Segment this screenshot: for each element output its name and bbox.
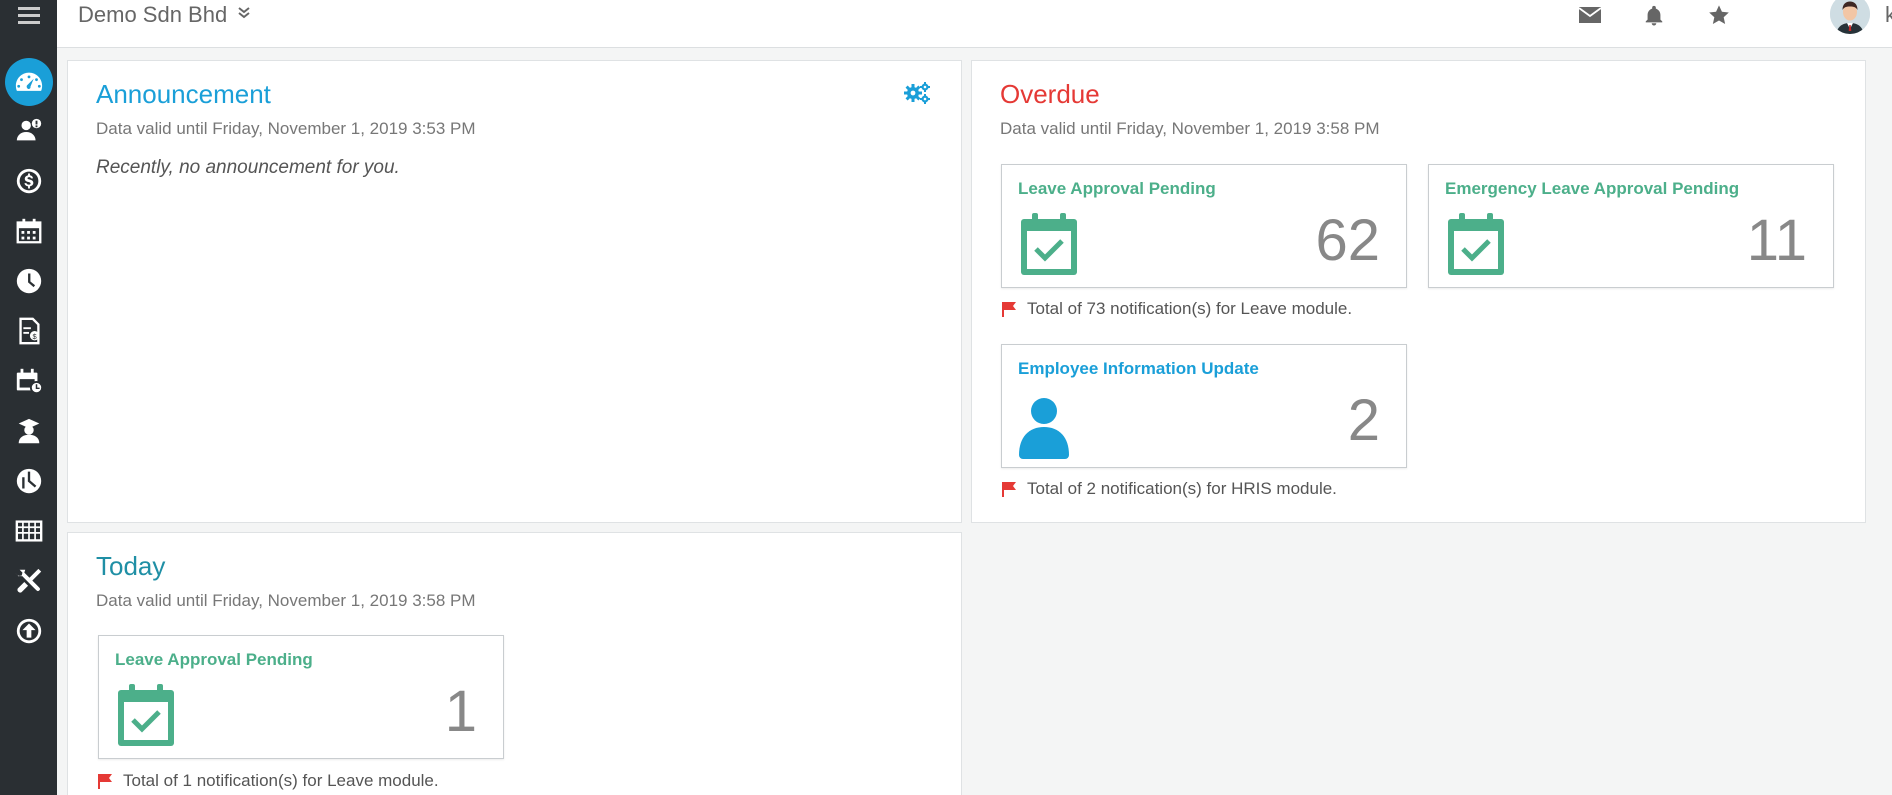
sidebar-item-employee[interactable] xyxy=(0,107,57,155)
sidebar-item-schedule[interactable] xyxy=(0,357,57,405)
note-text: Total of 73 notification(s) for Leave mo… xyxy=(1027,299,1353,318)
table-icon xyxy=(15,520,42,542)
calendar-check-icon xyxy=(1448,213,1504,275)
company-name: Demo Sdn Bhd xyxy=(78,2,228,27)
topbar: Demo Sdn Bhd kas xyxy=(57,0,1892,48)
user-icon xyxy=(1019,398,1069,459)
star-icon[interactable] xyxy=(1704,2,1734,28)
overdue-title: Overdue xyxy=(1000,79,1100,109)
sidebar: $ xyxy=(0,0,57,795)
settings-cogs-icon[interactable] xyxy=(903,81,931,105)
avatar[interactable] xyxy=(1830,0,1870,34)
sidebar-item-calendar[interactable] xyxy=(0,207,57,255)
note-text: Total of 1 notification(s) for Leave mod… xyxy=(123,771,439,790)
card-count: 2 xyxy=(1347,388,1380,453)
sidebar-item-claim[interactable]: $ xyxy=(0,307,57,355)
calendar-check-icon xyxy=(118,684,174,746)
today-valid-until: Data valid until Friday, November 1, 201… xyxy=(96,591,476,610)
sidebar-item-attendance[interactable] xyxy=(0,257,57,305)
sidebar-item-payroll[interactable] xyxy=(0,157,57,205)
sidebar-item-table[interactable] xyxy=(0,507,57,555)
hris-notification-total: Total of 2 notification(s) for HRIS modu… xyxy=(1001,479,1337,499)
claim-icon: $ xyxy=(18,317,40,345)
flag-icon xyxy=(98,774,112,789)
mail-icon[interactable] xyxy=(1575,2,1605,28)
dashboard-icon xyxy=(4,58,53,106)
today-panel: Today Data valid until Friday, November … xyxy=(67,532,962,795)
username: kas xyxy=(1885,2,1892,27)
clock-icon xyxy=(16,268,41,294)
sidebar-item-upload[interactable] xyxy=(0,607,57,655)
card-title: Leave Approval Pending xyxy=(115,650,313,669)
announcement-valid-until: Data valid until Friday, November 1, 201… xyxy=(96,119,476,138)
overdue-emergency-leave-card[interactable]: Emergency Leave Approval Pending 11 xyxy=(1428,164,1834,288)
sidebar-item-training[interactable] xyxy=(0,407,57,455)
chevron-double-down-icon xyxy=(237,6,251,25)
card-count: 11 xyxy=(1746,208,1807,273)
announcement-panel: Announcement Data valid until Friday, No… xyxy=(67,60,962,523)
user-menu[interactable]: kas xyxy=(1885,2,1892,28)
overdue-leave-approval-card[interactable]: Leave Approval Pending 62 xyxy=(1001,164,1407,288)
sidebar-item-dashboard[interactable] xyxy=(0,58,57,106)
today-leave-notification-total: Total of 1 notification(s) for Leave mod… xyxy=(97,771,439,791)
training-icon xyxy=(18,418,39,444)
company-selector[interactable]: Demo Sdn Bhd xyxy=(78,2,251,28)
bell-icon[interactable] xyxy=(1639,2,1669,28)
report-icon xyxy=(16,468,41,494)
announcement-empty-message: Recently, no announcement for you. xyxy=(96,157,400,178)
card-count: 1 xyxy=(444,679,477,744)
card-count: 62 xyxy=(1315,208,1380,273)
upload-icon xyxy=(16,618,41,644)
card-title: Leave Approval Pending xyxy=(1018,179,1216,198)
card-title: Emergency Leave Approval Pending xyxy=(1445,179,1740,198)
overdue-panel: Overdue Data valid until Friday, Novembe… xyxy=(971,60,1866,523)
announcement-title: Announcement xyxy=(96,79,271,109)
overdue-valid-until: Data valid until Friday, November 1, 201… xyxy=(1000,119,1380,138)
sidebar-item-report[interactable] xyxy=(0,457,57,505)
employee-icon xyxy=(16,118,41,141)
calendar-check-icon xyxy=(1021,213,1077,275)
overdue-employee-info-card[interactable]: Employee Information Update 2 xyxy=(1001,344,1407,468)
sidebar-item-tools[interactable] xyxy=(0,557,57,605)
tools-icon xyxy=(14,568,41,593)
schedule-icon xyxy=(16,368,43,395)
payroll-icon xyxy=(16,168,41,194)
menu-icon[interactable] xyxy=(0,0,57,30)
today-title: Today xyxy=(96,551,166,581)
note-text: Total of 2 notification(s) for HRIS modu… xyxy=(1027,479,1337,498)
flag-icon xyxy=(1002,482,1016,497)
leave-notification-total: Total of 73 notification(s) for Leave mo… xyxy=(1001,299,1352,319)
calendar-icon xyxy=(16,218,41,244)
today-leave-approval-card[interactable]: Leave Approval Pending 1 xyxy=(98,635,504,759)
flag-icon xyxy=(1002,302,1016,317)
card-title: Employee Information Update xyxy=(1018,359,1259,378)
